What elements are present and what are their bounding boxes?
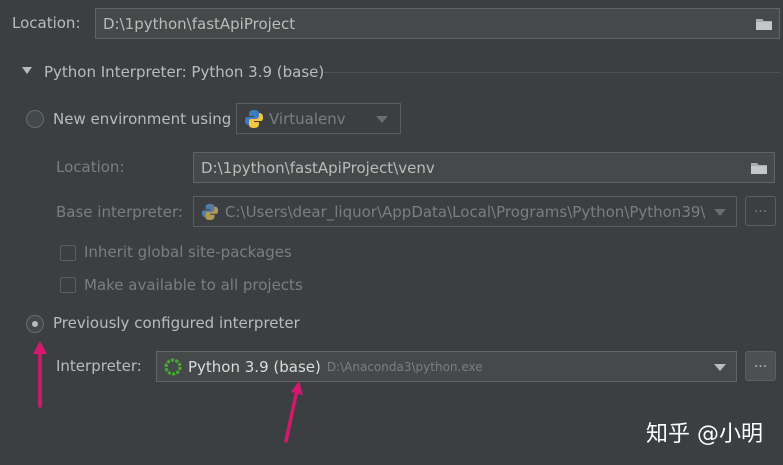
venv-location-label: Location: <box>56 158 125 176</box>
base-interpreter-more-button[interactable]: ... <box>745 196 776 226</box>
interpreter-name: Python 3.9 (base) <box>188 357 321 376</box>
venv-location-input[interactable]: D:\1python\fastApiProject\venv <box>193 152 775 183</box>
new-environment-label[interactable]: New environment using <box>53 110 231 128</box>
section-divider <box>324 72 780 73</box>
folder-icon[interactable] <box>755 17 773 31</box>
folder-icon[interactable] <box>750 161 768 175</box>
interpreter-more-button[interactable]: ... <box>745 351 776 381</box>
virtualenv-value: Virtualenv <box>269 109 346 128</box>
chevron-down-icon <box>376 116 388 123</box>
previous-interpreter-label[interactable]: Previously configured interpreter <box>53 314 300 332</box>
make-available-label[interactable]: Make available to all projects <box>84 276 303 294</box>
venv-location-value: D:\1python\fastApiProject\venv <box>201 158 435 177</box>
interpreter-section-title[interactable]: Python Interpreter: Python 3.9 (base) <box>44 63 324 81</box>
new-environment-radio[interactable] <box>26 110 44 128</box>
python-icon <box>201 203 219 220</box>
chevron-down-icon <box>714 209 726 216</box>
base-interpreter-value: C:\Users\dear_liquor\AppData\Local\Progr… <box>225 202 706 221</box>
interpreter-label: Interpreter: <box>56 357 142 375</box>
inherit-packages-label[interactable]: Inherit global site-packages <box>84 243 292 261</box>
base-interpreter-label: Base interpreter: <box>56 203 183 221</box>
base-interpreter-combo[interactable]: C:\Users\dear_liquor\AppData\Local\Progr… <box>193 196 737 227</box>
annotation-arrow-icon <box>284 381 303 443</box>
conda-icon <box>164 358 182 375</box>
virtualenv-combo[interactable]: Virtualenv <box>236 103 401 134</box>
annotation-arrow-icon <box>33 341 47 408</box>
previous-interpreter-radio[interactable] <box>26 315 44 333</box>
location-label: Location: <box>12 14 81 32</box>
interpreter-combo[interactable]: Python 3.9 (base) D:\Anaconda3\python.ex… <box>156 351 737 382</box>
inherit-packages-checkbox[interactable] <box>60 245 76 261</box>
python-icon <box>245 109 263 128</box>
chevron-down-icon <box>714 364 726 371</box>
location-value: D:\1python\fastApiProject <box>103 14 296 33</box>
collapse-triangle-icon[interactable] <box>22 67 32 74</box>
location-input[interactable]: D:\1python\fastApiProject <box>95 8 780 39</box>
interpreter-path: D:\Anaconda3\python.exe <box>326 359 483 374</box>
make-available-checkbox[interactable] <box>60 277 76 293</box>
watermark: 知乎 @小明 <box>646 422 763 447</box>
